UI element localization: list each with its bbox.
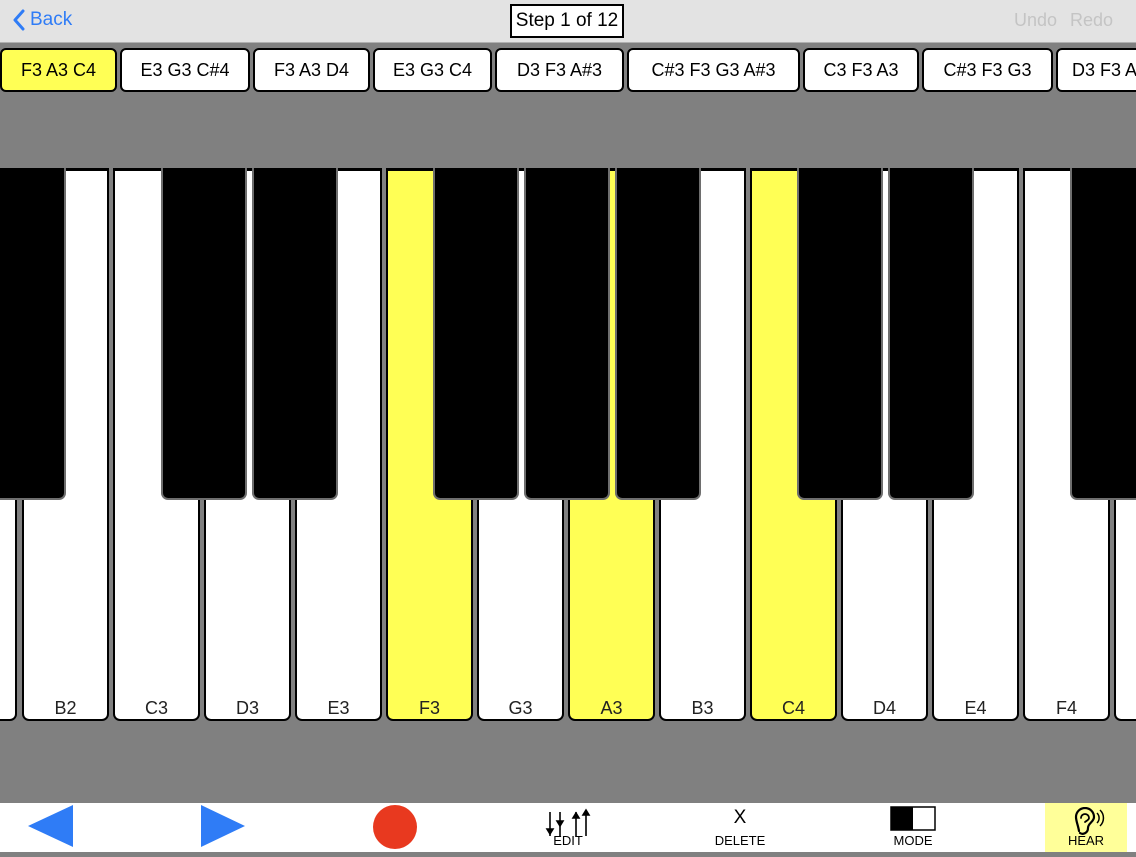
chord-chip[interactable]: E3 G3 C#4: [120, 48, 250, 92]
hear-label: HEAR: [1067, 833, 1105, 848]
chord-chip[interactable]: C3 F3 A3: [803, 48, 919, 92]
black-key[interactable]: [888, 168, 974, 500]
chord-chip[interactable]: E3 G3 C4: [373, 48, 492, 92]
black-key[interactable]: [797, 168, 883, 500]
record-circle-icon: [373, 805, 417, 849]
key-label: B2: [54, 698, 77, 718]
mode-label: MODE: [893, 833, 933, 848]
triangle-left-icon: [28, 805, 73, 847]
black-key[interactable]: [615, 168, 701, 500]
key-label: E4: [964, 698, 987, 718]
black-key[interactable]: [433, 168, 519, 500]
key-label: F3: [418, 698, 440, 718]
edit-label: EDIT: [553, 833, 583, 848]
delete-button[interactable]: X DELETE: [700, 803, 780, 852]
back-button[interactable]: Back: [12, 7, 72, 33]
key-label: C4: [781, 698, 805, 718]
triangle-right-icon: [201, 805, 245, 847]
chord-chip[interactable]: D3 F3 A: [1056, 48, 1136, 92]
chord-chip[interactable]: F3 A3 C4: [0, 48, 117, 92]
step-indicator: Step 1 of 12: [510, 4, 624, 38]
key-label: C3: [144, 698, 168, 718]
black-key[interactable]: [252, 168, 338, 500]
edit-button[interactable]: EDIT: [533, 803, 603, 852]
black-key[interactable]: [0, 168, 66, 500]
mode-button[interactable]: MODE: [878, 803, 948, 852]
delete-x-icon: X: [733, 807, 747, 828]
key-label: F4: [1055, 698, 1077, 718]
chord-chip[interactable]: D3 F3 A#3: [495, 48, 624, 92]
key-label: D4: [872, 698, 896, 718]
key-label: B3: [691, 698, 714, 718]
navigation-bar: Back Step 1 of 12 Undo Redo: [0, 0, 1136, 43]
black-key[interactable]: [161, 168, 247, 500]
key-label: A3: [600, 698, 623, 718]
black-key[interactable]: [524, 168, 610, 500]
piano-keyboard: B2 C3 D3 E3 F3 G3 A3 B3 C4 D4 E4 F4: [0, 168, 1136, 722]
chevron-left-icon: [13, 9, 25, 31]
record-button[interactable]: [370, 803, 420, 852]
chord-strip[interactable]: F3 A3 C4 E3 G3 C#4 F3 A3 D4 E3 G3 C4 D3 …: [0, 46, 1136, 94]
bottom-toolbar: EDIT X DELETE MODE HEAR: [0, 803, 1136, 852]
chord-chip[interactable]: C#3 F3 G3: [922, 48, 1053, 92]
delete-label: DELETE: [714, 833, 766, 848]
key-label: E3: [327, 698, 350, 718]
key-label: G3: [508, 698, 533, 718]
redo-button[interactable]: Redo: [1070, 10, 1113, 31]
hear-button[interactable]: HEAR: [1045, 803, 1127, 852]
key-label: D3: [235, 698, 259, 718]
next-button[interactable]: [198, 803, 248, 852]
chord-chip[interactable]: C#3 F3 G3 A#3: [627, 48, 800, 92]
black-key[interactable]: [1070, 168, 1136, 500]
previous-button[interactable]: [26, 803, 76, 852]
undo-button[interactable]: Undo: [1014, 10, 1057, 31]
chord-chip[interactable]: F3 A3 D4: [253, 48, 370, 92]
mode-toggle-icon: [890, 806, 936, 831]
back-label: Back: [30, 9, 73, 30]
